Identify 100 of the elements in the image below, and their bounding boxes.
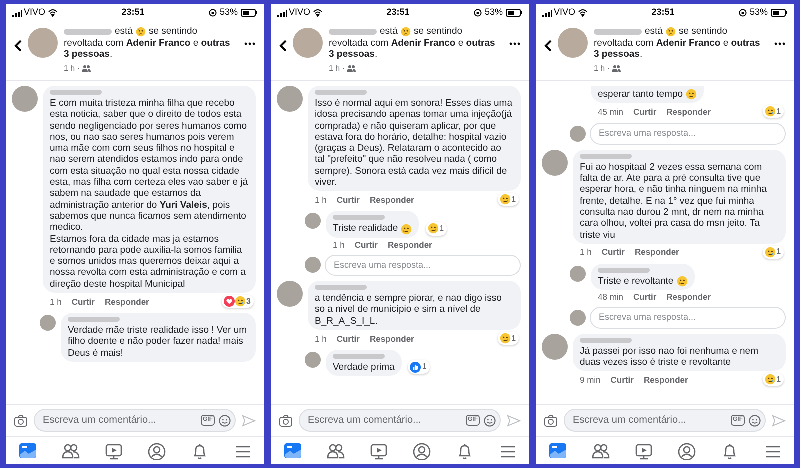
- avatar: [570, 126, 586, 142]
- clock-time: 23:51: [652, 6, 675, 20]
- comment-time: 1 h: [315, 194, 327, 205]
- reaction-count: 1: [776, 247, 782, 258]
- reply-link[interactable]: Responder: [666, 292, 712, 302]
- camera-icon[interactable]: [14, 414, 28, 426]
- battery-percent: 53%: [750, 6, 768, 20]
- profile-icon[interactable]: [146, 442, 166, 460]
- back-icon[interactable]: [279, 40, 287, 52]
- wifi-icon: [312, 9, 323, 17]
- comment-text: Verdade prima: [333, 362, 395, 374]
- feeling-text: revoltada com Adenir Franco e outras 3 pessoas.: [594, 38, 762, 60]
- more-options-icon[interactable]: [509, 42, 521, 46]
- avatar: [293, 28, 323, 58]
- reply-field[interactable]: Escreva uma resposta...: [590, 123, 786, 145]
- signal-icon: [277, 10, 287, 16]
- back-icon[interactable]: [544, 40, 552, 52]
- friends-icon[interactable]: [326, 442, 346, 460]
- reply-link[interactable]: Responder: [644, 374, 688, 385]
- sad-reaction-icon: [764, 374, 776, 386]
- post-time: 1 h ·: [329, 62, 346, 74]
- more-options-icon[interactable]: [774, 42, 786, 46]
- battery-icon: [506, 9, 523, 17]
- sad-reaction-icon: [500, 333, 511, 344]
- post-time: 1 h ·: [594, 62, 610, 74]
- friends-icon[interactable]: [590, 442, 610, 460]
- reply-link[interactable]: Responder: [634, 247, 680, 258]
- wifi-icon: [578, 9, 588, 17]
- reply-field[interactable]: Escreva uma resposta...: [325, 254, 521, 276]
- avatar: [305, 257, 321, 274]
- feeling-text: revoltada com Adenir Franco e outras 3 pessoas.: [64, 38, 232, 60]
- smiley-icon[interactable]: [484, 414, 496, 426]
- camera-icon[interactable]: [279, 414, 293, 426]
- like-link[interactable]: Curtir: [336, 334, 360, 344]
- blurred-name: [68, 317, 120, 322]
- video-icon[interactable]: [104, 442, 124, 460]
- battery-icon: [771, 9, 788, 17]
- blurred-name: [580, 338, 632, 343]
- signal-icon: [542, 10, 552, 16]
- comment-time: 9 min: [580, 374, 601, 385]
- reaction-count: 1: [776, 106, 782, 117]
- reply-field[interactable]: Escreva uma resposta...: [590, 307, 786, 329]
- sad-reaction-icon: [764, 246, 776, 258]
- like-link[interactable]: Curtir: [634, 106, 657, 117]
- comment-text: a tendência e sempre piorar, e nao digo isso so a nivel de município e sim a nível de B_R_A_S_I_L.: [315, 293, 503, 328]
- reply-link[interactable]: Responder: [104, 296, 150, 307]
- clock-time: 23:51: [386, 6, 410, 20]
- status-text: está: [645, 26, 663, 38]
- avatar: [277, 86, 303, 112]
- like-link[interactable]: Curtir: [610, 374, 634, 385]
- profile-icon[interactable]: [412, 442, 432, 460]
- comment-text: Triste e revoltante: [598, 276, 674, 288]
- news-feed-icon[interactable]: [282, 442, 302, 460]
- angry-emoji-icon: [666, 26, 676, 37]
- reply-link[interactable]: Responder: [370, 194, 414, 205]
- video-icon[interactable]: [368, 442, 388, 460]
- friends-icon[interactable]: [60, 442, 80, 460]
- sad-reaction-icon: [428, 223, 439, 234]
- reply-link[interactable]: Responder: [388, 240, 432, 250]
- avatar: [28, 28, 58, 58]
- comment-time: 1 h: [50, 296, 62, 307]
- rotation-lock-icon: [738, 9, 747, 17]
- blurred-name: [598, 268, 650, 273]
- post-time: 1 h ·: [64, 62, 80, 74]
- smiley-icon[interactable]: [749, 414, 761, 426]
- comment-text: esperar tanto tempo: [598, 89, 684, 100]
- comment-time: 1 h: [315, 334, 327, 344]
- carrier-name: VIVO: [289, 6, 311, 20]
- feeling-text: revoltada com Adenir Franco e outras 3 pessoas.: [329, 38, 496, 60]
- back-icon[interactable]: [14, 40, 22, 52]
- smiley-icon[interactable]: [219, 414, 231, 426]
- like-link[interactable]: Curtir: [336, 194, 360, 205]
- blurred-name: [315, 285, 367, 290]
- rotation-lock-icon: [474, 9, 482, 17]
- like-link[interactable]: Curtir: [72, 296, 95, 307]
- feeling-text: se sentindo: [148, 26, 198, 38]
- reaction-count: 1: [421, 361, 428, 374]
- sad-reaction-icon: [764, 106, 776, 118]
- avatar: [570, 266, 586, 282]
- sad-reaction-icon: [234, 296, 246, 308]
- like-link[interactable]: Curtir: [634, 292, 657, 302]
- like-link[interactable]: Curtir: [602, 247, 625, 258]
- camera-icon[interactable]: [544, 414, 558, 426]
- avatar: [305, 352, 321, 368]
- more-options-icon[interactable]: [244, 42, 256, 46]
- reply-link[interactable]: Responder: [370, 334, 414, 344]
- comment-time: 45 min: [598, 106, 624, 117]
- comment-time: 1 h: [580, 247, 592, 258]
- avatar: [558, 28, 588, 58]
- news-feed-icon[interactable]: [548, 442, 568, 460]
- profile-icon[interactable]: [676, 442, 696, 460]
- friends-audience-icon: [612, 64, 622, 72]
- like-link[interactable]: Curtir: [354, 240, 378, 250]
- avatar: [305, 213, 321, 230]
- sad-reaction-icon: [500, 194, 511, 206]
- video-icon[interactable]: [634, 442, 654, 460]
- reaction-count: 1: [510, 334, 517, 344]
- reply-link[interactable]: Responder: [666, 106, 712, 117]
- feeling-text: se sentindo: [678, 26, 728, 38]
- news-feed-icon[interactable]: [18, 442, 38, 460]
